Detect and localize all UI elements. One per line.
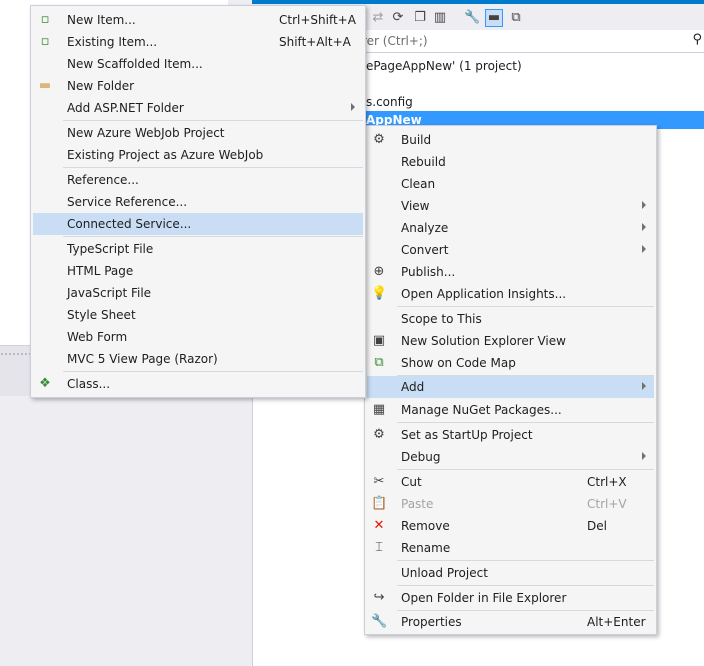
add-new-folder[interactable]: ▬ New Folder — [33, 75, 363, 97]
paste-icon: 📋 — [371, 496, 388, 511]
submenu-arrow-icon — [642, 201, 646, 209]
menu-view[interactable]: View — [367, 195, 654, 217]
insights-icon: 💡 — [371, 286, 388, 301]
menu-new-solution-explorer-view[interactable]: ▣ New Solution Explorer View — [367, 330, 654, 352]
menu-open-folder[interactable]: ↪ Open Folder in File Explorer — [367, 587, 654, 609]
menu-scope-to-this[interactable]: Scope to This — [367, 308, 654, 330]
project-context-menu: ⚙ Build Rebuild Clean View Analyze Conve… — [364, 125, 657, 635]
show-all-files-icon[interactable]: ▥ — [432, 10, 448, 26]
menu-separator — [397, 469, 654, 470]
menu-rename[interactable]: ⌶ Rename — [367, 537, 654, 559]
add-class[interactable]: ❖ Class... — [33, 373, 363, 395]
new-item-icon: ▫ — [40, 12, 50, 27]
menu-separator — [397, 306, 654, 307]
menu-set-startup[interactable]: ⚙ Set as StartUp Project — [367, 424, 654, 446]
nuget-icon: ▦ — [372, 402, 386, 417]
add-aspnet-folder[interactable]: Add ASP.NET Folder — [33, 97, 363, 119]
existing-item-icon: ▫ — [40, 34, 50, 49]
submenu-arrow-icon — [642, 452, 646, 460]
code-map-icon: ⧉ — [374, 355, 384, 370]
add-html-page[interactable]: HTML Page — [33, 260, 363, 282]
menu-separator — [63, 167, 363, 168]
menu-remove[interactable]: ✕ Remove Del — [367, 515, 654, 537]
menu-clean[interactable]: Clean — [367, 173, 654, 195]
code-map-toolbar-icon[interactable]: ⧉ — [508, 10, 524, 26]
preview-selected-icon[interactable]: ▬ — [485, 9, 503, 27]
add-new-scaffolded-item[interactable]: New Scaffolded Item... — [33, 53, 363, 75]
collapse-all-icon[interactable]: ❐ — [412, 10, 428, 26]
submenu-arrow-icon — [642, 245, 646, 253]
menu-separator — [397, 585, 654, 586]
menu-manage-nuget[interactable]: ▦ Manage NuGet Packages... — [367, 399, 654, 421]
folder-icon: ▬ — [38, 78, 52, 93]
submenu-arrow-icon — [642, 223, 646, 231]
refresh-icon[interactable]: ⟳ — [390, 10, 406, 26]
properties-icon[interactable]: 🔧 — [464, 10, 480, 26]
add-web-form[interactable]: Web Form — [33, 326, 363, 348]
add-typescript-file[interactable]: TypeScript File — [33, 238, 363, 260]
menu-convert[interactable]: Convert — [367, 239, 654, 261]
publish-icon: ⊕ — [373, 264, 385, 279]
open-folder-icon: ↪ — [373, 590, 385, 605]
menu-unload-project[interactable]: Unload Project — [367, 562, 654, 584]
add-new-item[interactable]: ▫ New Item... Ctrl+Shift+A — [33, 9, 363, 31]
add-mvc5-view-page[interactable]: MVC 5 View Page (Razor) — [33, 348, 363, 370]
menu-separator — [63, 371, 363, 372]
search-icon[interactable]: ⚲ — [692, 32, 702, 47]
menu-build[interactable]: ⚙ Build — [367, 129, 654, 151]
menu-add[interactable]: Add — [367, 376, 654, 398]
forward-icon[interactable]: ⇄ — [370, 10, 386, 26]
submenu-arrow-icon — [351, 103, 355, 111]
menu-rebuild[interactable]: Rebuild — [367, 151, 654, 173]
add-javascript-file[interactable]: JavaScript File — [33, 282, 363, 304]
class-icon: ❖ — [39, 376, 51, 391]
add-new-azure-webjob-project[interactable]: New Azure WebJob Project — [33, 122, 363, 144]
tree-config-node[interactable]: s.config — [366, 95, 413, 109]
add-connected-service[interactable]: Connected Service... — [33, 213, 363, 235]
gear-icon: ⚙ — [373, 427, 385, 442]
menu-separator — [397, 422, 654, 423]
tree-solution-node[interactable]: ePageAppNew' (1 project) — [366, 59, 522, 73]
submenu-arrow-icon — [642, 382, 646, 390]
build-icon: ⚙ — [373, 132, 385, 147]
solution-view-icon: ▣ — [372, 333, 386, 348]
add-reference[interactable]: Reference... — [33, 169, 363, 191]
menu-separator — [397, 560, 654, 561]
menu-publish[interactable]: ⊕ Publish... — [367, 261, 654, 283]
menu-properties[interactable]: 🔧 Properties Alt+Enter — [367, 611, 654, 633]
menu-paste[interactable]: 📋 Paste Ctrl+V — [367, 493, 654, 515]
add-service-reference[interactable]: Service Reference... — [33, 191, 363, 213]
menu-separator — [63, 236, 363, 237]
wrench-icon: 🔧 — [371, 614, 388, 629]
menu-show-on-code-map[interactable]: ⧉ Show on Code Map — [367, 352, 654, 374]
add-submenu: ▫ New Item... Ctrl+Shift+A ▫ Existing It… — [30, 5, 366, 398]
add-style-sheet[interactable]: Style Sheet — [33, 304, 363, 326]
search-placeholder: rer (Ctrl+;) — [362, 34, 428, 48]
menu-separator — [63, 120, 363, 121]
add-existing-item[interactable]: ▫ Existing Item... Shift+Alt+A — [33, 31, 363, 53]
add-existing-project-as-webjob[interactable]: Existing Project as Azure WebJob — [33, 144, 363, 166]
menu-analyze[interactable]: Analyze — [367, 217, 654, 239]
menu-debug[interactable]: Debug — [367, 446, 654, 468]
rename-icon: ⌶ — [375, 540, 383, 555]
scissors-icon: ✂ — [373, 474, 385, 489]
menu-open-app-insights[interactable]: 💡 Open Application Insights... — [367, 283, 654, 305]
menu-cut[interactable]: ✂ Cut Ctrl+X — [367, 471, 654, 493]
remove-icon: ✕ — [373, 518, 385, 533]
